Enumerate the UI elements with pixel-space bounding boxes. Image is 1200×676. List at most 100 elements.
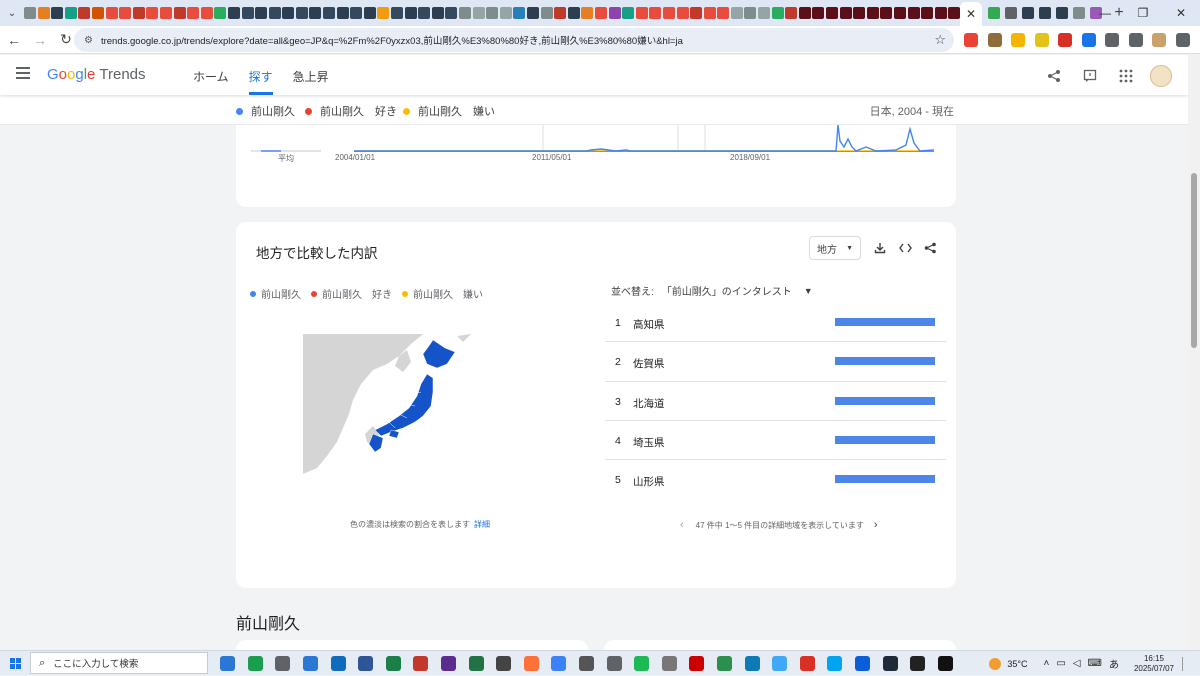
japan-region-map[interactable] bbox=[303, 334, 475, 474]
taskbar-app-icon[interactable] bbox=[247, 655, 263, 671]
sort-value[interactable]: 「前山剛久」のインタレスト bbox=[662, 283, 792, 298]
taskbar-app-icon[interactable] bbox=[882, 655, 898, 671]
taskbar-app-icon[interactable] bbox=[468, 655, 484, 671]
nav-explore[interactable]: 探す bbox=[248, 55, 273, 95]
back-arrow-icon[interactable]: ← bbox=[2, 28, 26, 52]
tab-favicon-icon[interactable] bbox=[594, 7, 607, 19]
taskbar-app-icon[interactable] bbox=[606, 655, 622, 671]
taskbar-app-icon[interactable] bbox=[385, 655, 401, 671]
tab-favicon-icon[interactable] bbox=[988, 7, 1000, 19]
extension-icon[interactable] bbox=[1034, 33, 1049, 47]
taskbar-app-icon[interactable] bbox=[689, 655, 705, 671]
tab-favicon-icon[interactable] bbox=[105, 7, 118, 19]
nav-trending[interactable]: 急上昇 bbox=[293, 55, 329, 95]
tab-favicon-icon[interactable] bbox=[91, 7, 104, 19]
tab-favicon-icon[interactable] bbox=[934, 7, 947, 19]
tab-favicon-icon[interactable] bbox=[363, 7, 376, 19]
restore-button[interactable]: ❐ bbox=[1124, 0, 1162, 26]
taskbar-app-icon[interactable] bbox=[827, 655, 843, 671]
tab-favicon-icon[interactable] bbox=[948, 7, 960, 19]
menu-icon[interactable] bbox=[16, 67, 30, 79]
tab-favicon-icon[interactable] bbox=[826, 7, 839, 19]
extension-icon[interactable] bbox=[1058, 33, 1072, 47]
taskbar-app-icon[interactable] bbox=[358, 655, 374, 671]
tab-favicon-icon[interactable] bbox=[459, 7, 471, 19]
tab-favicon-icon[interactable] bbox=[418, 7, 431, 19]
keyboard-icon[interactable]: ⌨ bbox=[1088, 658, 1102, 669]
nav-home[interactable]: ホーム bbox=[193, 55, 229, 95]
tab-favicon-icon[interactable] bbox=[622, 7, 635, 19]
term-legend-2[interactable]: 前山剛久 好き bbox=[305, 103, 397, 119]
tray-chevron-icon[interactable]: ˄ bbox=[1044, 658, 1050, 669]
taskbar-app-icon[interactable] bbox=[744, 655, 760, 671]
extension-icon[interactable] bbox=[1105, 33, 1119, 47]
taskbar-app-icon[interactable] bbox=[634, 655, 650, 671]
url-text[interactable]: trends.google.co.jp/trends/explore?date=… bbox=[101, 33, 683, 47]
tab-search-chevron-icon[interactable]: ⌄ bbox=[0, 1, 24, 25]
extension-icon[interactable] bbox=[987, 33, 1002, 47]
taskbar-app-icon[interactable] bbox=[854, 655, 870, 671]
ime-indicator[interactable]: あ bbox=[1109, 656, 1119, 671]
tab-favicon-icon[interactable] bbox=[771, 7, 784, 19]
tab-favicon-icon[interactable] bbox=[241, 7, 254, 19]
extension-icon[interactable] bbox=[964, 33, 978, 47]
tab-favicon-icon[interactable] bbox=[309, 7, 322, 19]
tab-favicon-icon[interactable] bbox=[513, 7, 526, 19]
tab-favicon-icon[interactable] bbox=[1039, 7, 1051, 19]
tab-favicon-icon[interactable] bbox=[880, 7, 893, 19]
taskbar-app-icon[interactable] bbox=[579, 655, 595, 671]
tab-favicon-icon[interactable] bbox=[282, 7, 295, 19]
tab-favicon-icon[interactable] bbox=[146, 7, 159, 19]
region-row[interactable]: 2 佐賀県 bbox=[605, 342, 946, 382]
share-icon[interactable] bbox=[1044, 66, 1064, 86]
tab-favicon-icon[interactable] bbox=[227, 7, 240, 19]
taskbar-app-icon[interactable] bbox=[303, 655, 319, 671]
feedback-icon[interactable] bbox=[1080, 66, 1100, 86]
tab-favicon-icon[interactable] bbox=[730, 7, 743, 19]
tab-favicon-icon[interactable] bbox=[24, 7, 36, 19]
tab-favicon-icon[interactable] bbox=[268, 7, 281, 19]
tab-favicon-icon[interactable] bbox=[581, 7, 594, 19]
minimize-button[interactable]: — bbox=[1086, 0, 1124, 26]
region-row[interactable]: 1 高知県 bbox=[605, 303, 946, 343]
show-desktop-button[interactable] bbox=[1182, 656, 1192, 671]
extension-icon[interactable] bbox=[1128, 33, 1143, 47]
bookmark-star-icon[interactable]: ☆ bbox=[934, 32, 946, 48]
tab-favicon-icon[interactable] bbox=[1022, 7, 1034, 19]
taskbar-app-icon[interactable] bbox=[937, 655, 953, 671]
tab-favicon-icon[interactable] bbox=[540, 7, 553, 19]
tab-favicon-icon[interactable] bbox=[295, 7, 308, 19]
tab-favicon-icon[interactable] bbox=[649, 7, 662, 19]
scrollbar-thumb[interactable] bbox=[1191, 173, 1197, 348]
taskbar-apps[interactable] bbox=[214, 655, 959, 671]
tab-favicon-icon[interactable] bbox=[703, 7, 716, 19]
tab-favicon-icon[interactable] bbox=[159, 7, 172, 19]
tab-favicon-icon[interactable] bbox=[921, 7, 934, 19]
region-row[interactable]: 5 山形県 bbox=[605, 460, 946, 499]
tab-favicon-icon[interactable] bbox=[662, 7, 675, 19]
tab-favicon-icon[interactable] bbox=[214, 7, 227, 19]
tab-favicon-icon[interactable] bbox=[1073, 7, 1085, 19]
tab-favicon-icon[interactable] bbox=[350, 7, 363, 19]
tab-favicon-icon[interactable] bbox=[119, 7, 132, 19]
active-tab[interactable]: ✕ bbox=[960, 2, 982, 26]
taskbar-app-icon[interactable] bbox=[551, 655, 567, 671]
extension-icon[interactable] bbox=[1175, 33, 1190, 47]
weather-widget[interactable]: 35°C bbox=[989, 657, 1028, 670]
tab-favicon-icon[interactable] bbox=[1056, 7, 1068, 19]
tab-favicon-icon[interactable] bbox=[744, 7, 757, 19]
site-info-icon[interactable]: ⚙ bbox=[84, 35, 93, 46]
tab-favicon-icon[interactable] bbox=[567, 7, 580, 19]
prev-page-icon[interactable]: ‹ bbox=[680, 519, 684, 531]
tab-favicon-icon[interactable] bbox=[391, 7, 404, 19]
tab-favicon-icon[interactable] bbox=[554, 7, 567, 19]
tab-favicon-icon[interactable] bbox=[404, 7, 417, 19]
tab-favicon-icon[interactable] bbox=[445, 7, 458, 19]
address-bar[interactable]: ⚙ trends.google.co.jp/trends/explore?dat… bbox=[74, 28, 954, 52]
tab-favicon-icon[interactable] bbox=[486, 7, 499, 19]
taskbar-app-icon[interactable] bbox=[496, 655, 512, 671]
page-scrollbar[interactable] bbox=[1188, 55, 1200, 650]
tab-favicon-icon[interactable] bbox=[200, 7, 213, 19]
taskbar-app-icon[interactable] bbox=[220, 655, 236, 671]
tab-favicon-icon[interactable] bbox=[173, 7, 186, 19]
